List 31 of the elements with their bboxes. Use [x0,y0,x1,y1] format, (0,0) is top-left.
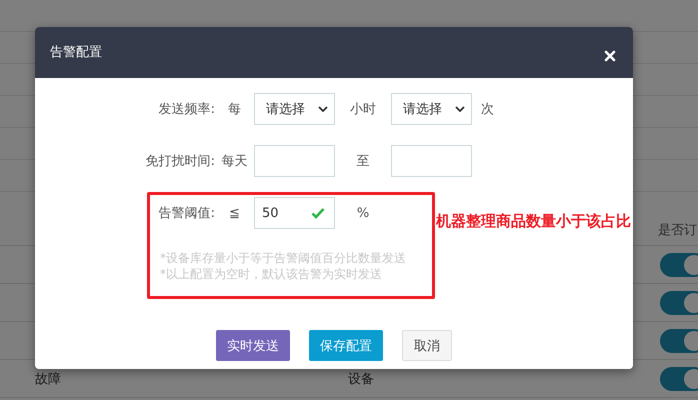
toggle-switch[interactable] [660,252,698,276]
toggle-switch[interactable] [660,366,698,390]
send-now-button[interactable]: 实时发送 [216,330,290,361]
dialog-title: 告警配置 [50,44,102,60]
unit-label: 每 [228,101,241,118]
unit-label: % [356,206,370,220]
hint-text: *以上配置为空时，默认该告警为实时发送 [160,266,383,282]
input-field[interactable] [391,145,472,177]
cancel-button[interactable]: 取消 [402,330,452,361]
hint-text: *设备库存量小于等于告警阈值百分比数量发送 [160,250,407,266]
toggle-switch[interactable] [660,290,698,314]
input-field[interactable]: 50 [254,197,335,229]
select-dropdown[interactable]: 请选择 [391,93,472,125]
column-header: 是否订 [658,222,698,239]
table-cell: 故障 [35,372,61,386]
select-dropdown[interactable]: 请选择 [254,93,335,125]
unit-label: 至 [356,153,370,170]
field-label: 免打扰时间: [146,153,215,170]
close-icon[interactable] [604,50,616,62]
chevron-icon [455,106,465,112]
operator-label: ≦ [229,206,240,220]
field-label: 告警阈值: [158,205,215,222]
field-label: 发送频率: [158,101,215,118]
toggle-switch[interactable] [660,328,698,352]
input-field[interactable] [254,145,335,177]
table-cell: 设备 [348,372,374,386]
unit-label: 小时 [350,101,376,118]
unit-label: 次 [481,101,494,118]
chevron-icon [318,106,328,112]
annotation-text: 机器整理商品数量小于该占比 [436,212,631,231]
unit-label: 每天 [222,153,248,170]
